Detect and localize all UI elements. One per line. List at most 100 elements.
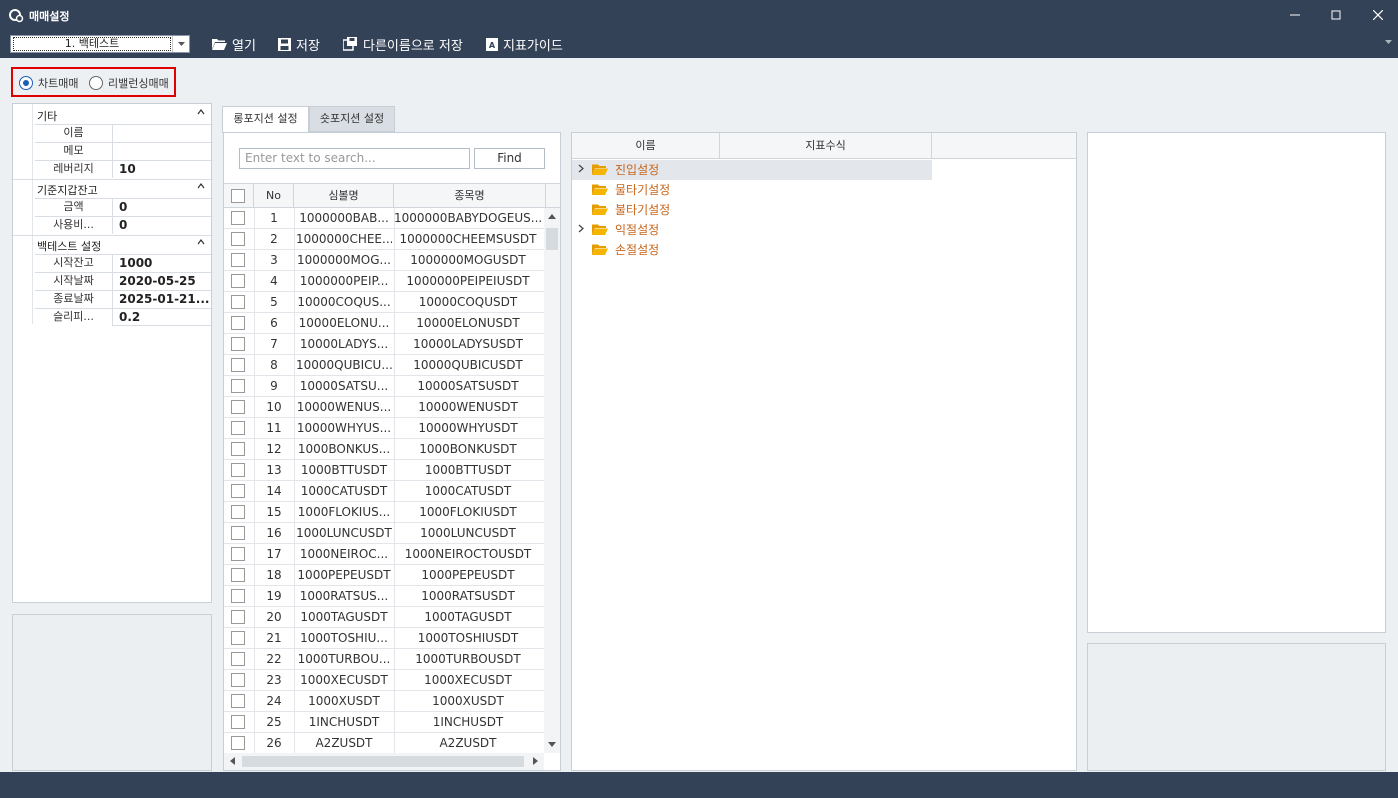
table-row[interactable]: 12 1000BONKUS... 1000BONKUSDT [224,439,544,460]
prop-row-start-balance[interactable]: 시작잔고 1000 [35,254,211,272]
table-row[interactable]: 6 10000ELONU... 10000ELONUSDT [224,313,544,334]
prop-usage-value[interactable]: 0 [119,217,209,234]
row-checkbox[interactable] [231,694,245,708]
category-backtest[interactable]: 백테스트 설정 [13,235,211,253]
table-row[interactable]: 22 1000TURBOU... 1000TURBOUSDT [224,649,544,670]
row-checkbox[interactable] [231,421,245,435]
scrollbar-thumb[interactable] [242,756,524,767]
table-row[interactable]: 9 10000SATSU... 10000SATSUSDT [224,376,544,397]
minimize-button[interactable] [1272,0,1318,30]
table-row[interactable]: 15 1000FLOKIUS... 1000FLOKIUSDT [224,502,544,523]
row-checkbox[interactable] [231,526,245,540]
tree-column-formula[interactable]: 지표수식 [720,133,932,158]
save-as-button[interactable]: 다른이름으로 저장 [343,34,463,54]
row-checkbox[interactable] [231,652,245,666]
prop-leverage-value[interactable]: 10 [119,161,209,178]
save-button[interactable]: 저장 [278,34,320,54]
row-checkbox[interactable] [231,736,245,750]
row-checkbox[interactable] [231,442,245,456]
prop-row-slippage[interactable]: 슬리피... 0.2 [35,308,211,326]
row-checkbox[interactable] [231,715,245,729]
prop-row-amount[interactable]: 금액 0 [35,198,211,216]
radio-rebalancing[interactable]: 리밸런싱매매 [89,75,169,91]
tree-node[interactable]: 불타기설정 [572,200,932,220]
row-checkbox[interactable] [231,463,245,477]
prop-amount-value[interactable]: 0 [119,199,209,216]
prop-row-leverage[interactable]: 레버리지 10 [35,160,211,178]
row-checkbox[interactable] [231,316,245,330]
table-row[interactable]: 1 1000000BAB... 1000000BABYDOGEUS... [224,208,544,229]
prop-start-date-value[interactable]: 2020-05-25 [119,273,209,290]
row-checkbox[interactable] [231,484,245,498]
prop-slippage-value[interactable]: 0.2 [119,309,209,326]
table-row[interactable]: 10 10000WENUS... 10000WENUSDT [224,397,544,418]
table-row[interactable]: 4 1000000PEIP... 1000000PEIPEIUSDT [224,271,544,292]
row-checkbox[interactable] [231,253,245,267]
table-row[interactable]: 23 1000XECUSDT 1000XECUSDT [224,670,544,691]
table-row[interactable]: 8 10000QUBICU... 10000QUBICUSDT [224,355,544,376]
prop-row-name[interactable]: 이름 [35,124,211,142]
table-row[interactable]: 25 1INCHUSDT 1INCHUSDT [224,712,544,733]
table-row[interactable]: 14 1000CATUSDT 1000CATUSDT [224,481,544,502]
row-checkbox[interactable] [231,505,245,519]
table-row[interactable]: 19 1000RATSUS... 1000RATSUSDT [224,586,544,607]
table-row[interactable]: 11 10000WHYUS... 10000WHYUSDT [224,418,544,439]
row-checkbox[interactable] [231,631,245,645]
table-row[interactable]: 24 1000XUSDT 1000XUSDT [224,691,544,712]
table-row[interactable]: 21 1000TOSHIU... 1000TOSHIUSDT [224,628,544,649]
category-misc[interactable]: 기타 [13,106,211,124]
close-button[interactable] [1355,0,1398,30]
tree-column-name[interactable]: 이름 [572,133,720,158]
row-checkbox[interactable] [231,211,245,225]
symbol-search-input[interactable]: Enter text to search... [239,148,470,169]
row-checkbox[interactable] [231,295,245,309]
find-button[interactable]: Find [474,148,545,169]
scroll-left-icon[interactable] [230,757,235,765]
table-row[interactable]: 7 10000LADYS... 10000LADYSUSDT [224,334,544,355]
chevron-down-icon[interactable] [172,36,189,52]
row-checkbox[interactable] [231,379,245,393]
row-checkbox[interactable] [231,610,245,624]
toolbar-overflow-icon[interactable] [1385,40,1392,45]
table-row[interactable]: 26 A2ZUSDT A2ZUSDT [224,733,544,754]
row-checkbox[interactable] [231,568,245,582]
indicator-guide-button[interactable]: A 지표가이드 [486,34,563,54]
chevron-right-icon[interactable] [578,224,584,233]
column-header-symbol[interactable]: 심볼명 [294,184,394,208]
symbol-grid-vertical-scrollbar[interactable] [544,208,560,753]
chevron-up-icon[interactable] [197,183,205,189]
open-button[interactable]: 열기 [212,34,256,54]
prop-row-start-date[interactable]: 시작날짜 2020-05-25 [35,272,211,290]
tree-node[interactable]: 손절설정 [572,240,932,260]
column-header-name[interactable]: 종목명 [394,184,546,208]
radio-chart-trading[interactable]: 차트매매 [19,75,78,91]
tree-node[interactable]: 물타기설정 [572,180,932,200]
prop-end-date-value[interactable]: 2025-01-21... [119,291,209,308]
table-row[interactable]: 3 1000000MOG... 1000000MOGUSDT [224,250,544,271]
table-row[interactable]: 2 1000000CHEE... 1000000CHEEMSUSDT [224,229,544,250]
row-checkbox[interactable] [231,547,245,561]
category-wallet-balance[interactable]: 기준지갑잔고 [13,179,211,197]
table-row[interactable]: 20 1000TAGUSDT 1000TAGUSDT [224,607,544,628]
row-checkbox[interactable] [231,400,245,414]
row-checkbox[interactable] [231,232,245,246]
select-all-checkbox[interactable] [231,189,245,203]
scrollbar-thumb[interactable] [546,228,558,250]
tab-short-position[interactable]: 숏포지션 설정 [309,106,395,132]
table-row[interactable]: 17 1000NEIROC... 1000NEIROCTOUSDT [224,544,544,565]
scroll-up-icon[interactable] [548,214,556,219]
prop-row-end-date[interactable]: 종료날짜 2025-01-21... [35,290,211,308]
table-row[interactable]: 16 1000LUNCUSDT 1000LUNCUSDT [224,523,544,544]
prop-row-memo[interactable]: 메모 [35,142,211,160]
row-checkbox[interactable] [231,673,245,687]
chevron-right-icon[interactable] [578,164,584,173]
prop-start-balance-value[interactable]: 1000 [119,255,209,272]
maximize-button[interactable] [1313,0,1359,30]
scroll-down-icon[interactable] [548,742,556,747]
row-checkbox[interactable] [231,337,245,351]
chevron-up-icon[interactable] [197,109,205,115]
row-checkbox[interactable] [231,274,245,288]
table-row[interactable]: 13 1000BTTUSDT 1000BTTUSDT [224,460,544,481]
preset-select[interactable]: 1. 백테스트 [10,35,190,53]
chevron-up-icon[interactable] [197,239,205,245]
